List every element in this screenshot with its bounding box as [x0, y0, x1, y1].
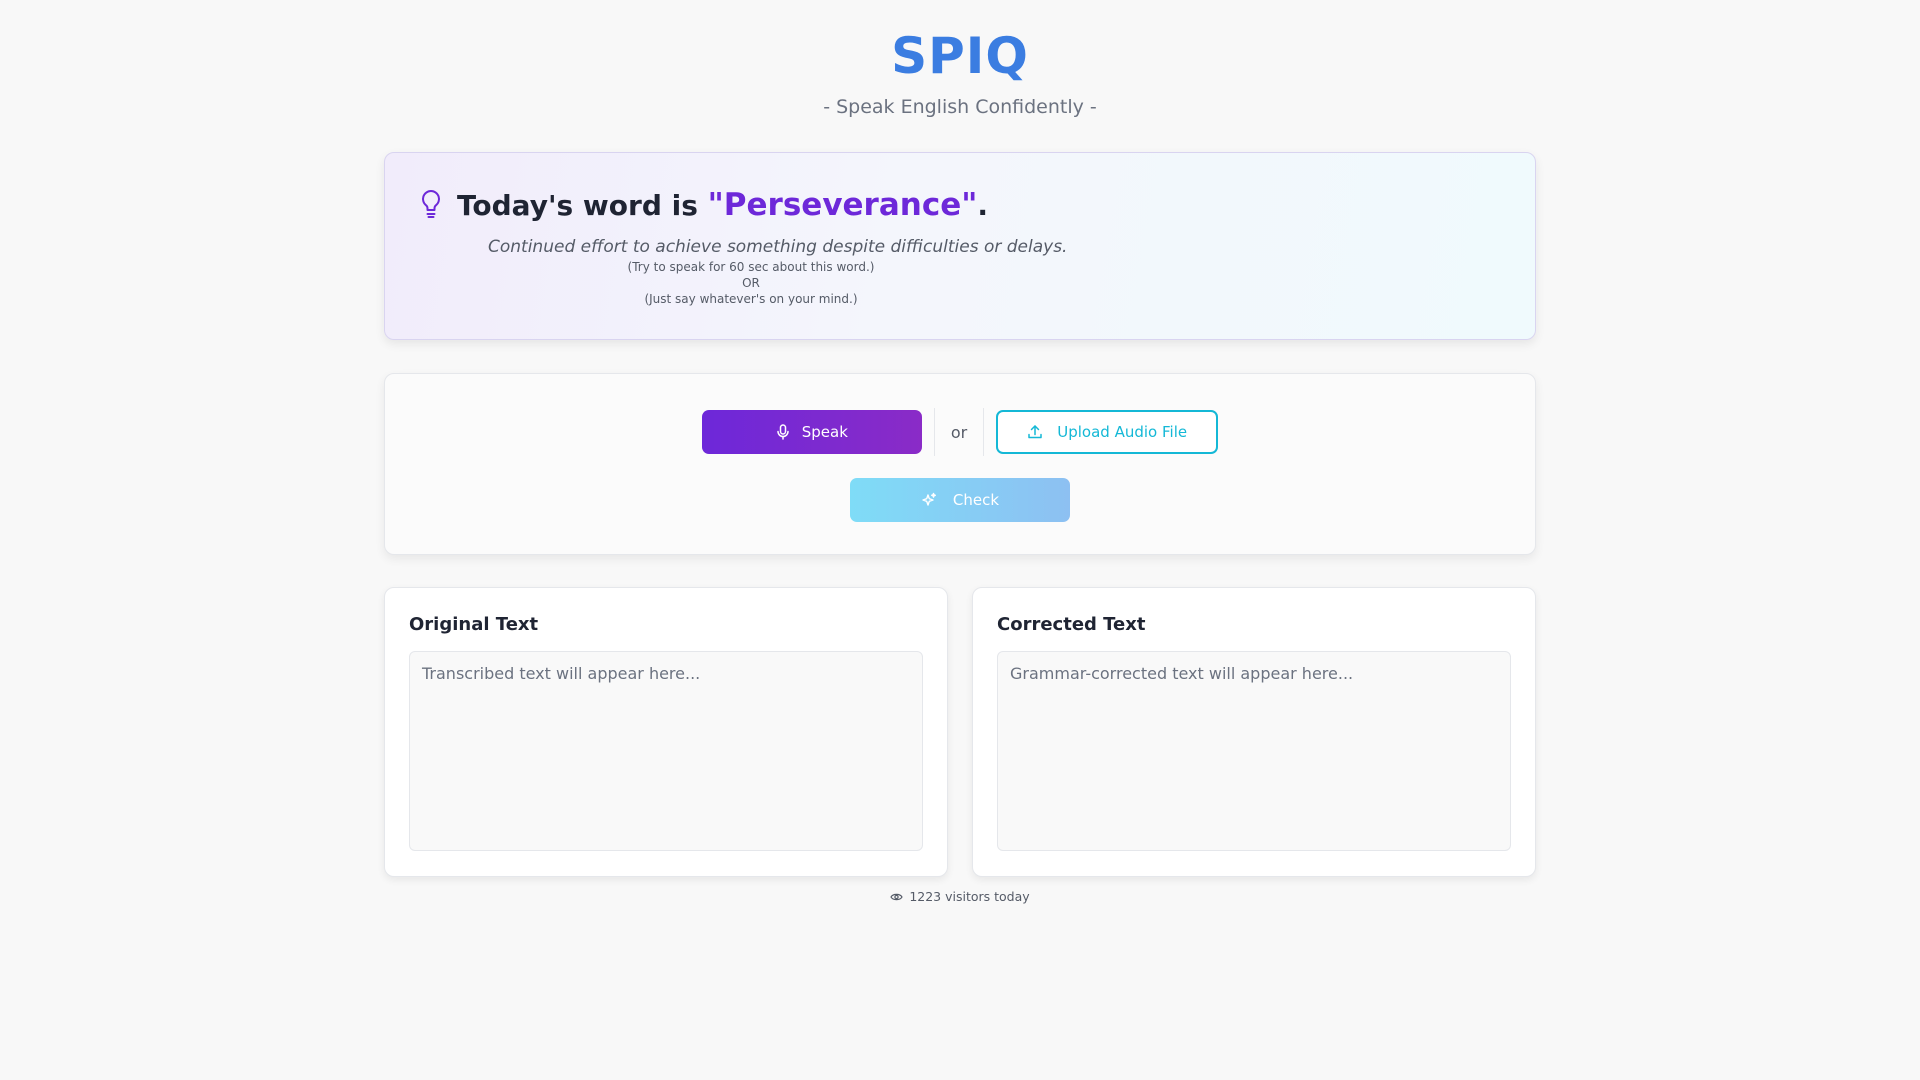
hint-line-1: (Try to speak for 60 sec about this word…: [627, 260, 875, 274]
check-row: Check: [385, 478, 1535, 522]
check-button-label: Check: [952, 491, 1000, 509]
word-title-suffix: .: [977, 189, 989, 222]
main-container: Today's word is "Perseverance". Continue…: [384, 152, 1536, 904]
corrected-text-title: Corrected Text: [997, 614, 1146, 635]
upload-icon: [1028, 425, 1043, 439]
speak-button[interactable]: Speak: [701, 410, 922, 454]
word-of-the-day-card: Today's word is "Perseverance". Continue…: [384, 152, 1536, 340]
lightbulb-icon: [422, 190, 440, 218]
corrected-text-panel: Corrected Text: [972, 587, 1536, 877]
visitor-counter: 1223 visitors today: [384, 889, 1536, 904]
microphone-icon: [776, 424, 789, 440]
hint-line-3: (Just say whatever's on your mind.): [644, 292, 858, 306]
visitor-count-text: 1223 visitors today: [909, 889, 1030, 904]
word-title-prefix: Today's word is: [457, 189, 708, 222]
original-text-title: Original Text: [409, 614, 539, 635]
original-text-area[interactable]: [409, 651, 923, 851]
app-logo: SPIQ: [891, 27, 1029, 85]
action-card: Speak or Upload Audio File Check: [384, 373, 1536, 555]
divider-left: [933, 408, 935, 456]
speaking-hint: (Try to speak for 60 sec about this word…: [525, 259, 977, 307]
text-panels: Original Text Corrected Text: [384, 587, 1536, 877]
upload-audio-button[interactable]: Upload Audio File: [996, 410, 1219, 454]
word-definition: Continued effort to achieve something de…: [488, 237, 1068, 257]
original-text-panel: Original Text: [384, 587, 948, 877]
corrected-text-area[interactable]: [997, 651, 1511, 851]
header: SPIQ - Speak English Confidently -: [0, 0, 1920, 118]
sparkles-icon: [922, 492, 936, 506]
check-button[interactable]: Check: [850, 478, 1070, 522]
word-of-the-day: "Perseverance": [707, 187, 978, 223]
speak-button-label: Speak: [801, 423, 848, 441]
hint-line-2: OR: [742, 276, 760, 290]
or-separator: or: [950, 422, 968, 442]
upload-button-label: Upload Audio File: [1057, 423, 1188, 441]
tagline: - Speak English Confidently -: [823, 96, 1097, 118]
word-title-row: Today's word is "Perseverance".: [419, 187, 1501, 223]
input-actions-row: Speak or Upload Audio File: [385, 408, 1535, 456]
eye-icon: [890, 893, 904, 900]
word-title: Today's word is "Perseverance".: [457, 187, 988, 223]
divider-right: [983, 408, 985, 456]
